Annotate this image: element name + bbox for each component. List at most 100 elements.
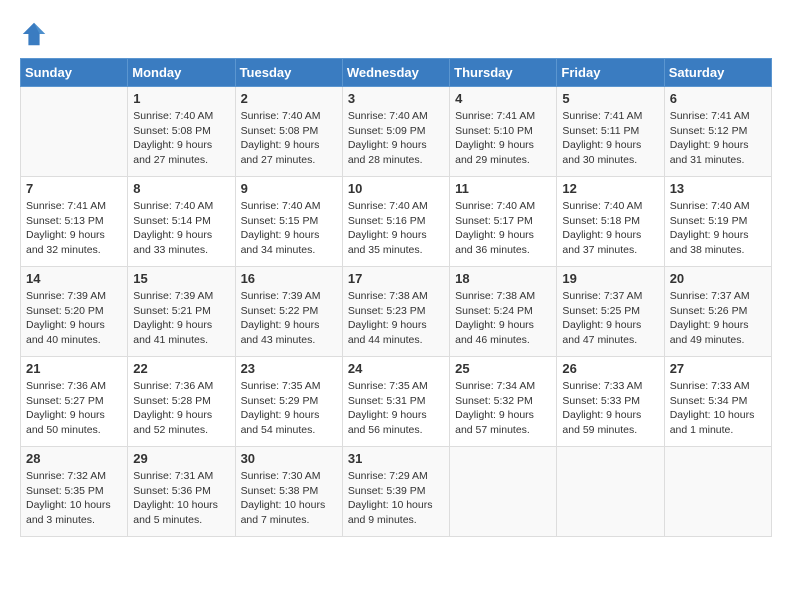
day-cell: 13 Sunrise: 7:40 AM Sunset: 5:19 PM Dayli… (664, 177, 771, 267)
day-cell: 22Sunrise: 7:36 AM Sunset: 5:28 PM Dayli… (128, 357, 235, 447)
day-cell: 24Sunrise: 7:35 AM Sunset: 5:31 PM Dayli… (342, 357, 449, 447)
day-cell: 25 Sunrise: 7:34 AM Sunset: 5:32 PM Dayli… (450, 357, 557, 447)
day-cell: 8 Sunrise: 7:40 AM Sunset: 5:14 PM Daylig… (128, 177, 235, 267)
day-number: 24 (348, 361, 444, 376)
day-number: 27 (670, 361, 766, 376)
day-content: Sunrise: 7:33 AM Sunset: 5:34 PM Dayligh… (670, 379, 766, 438)
day-number: 25 (455, 361, 551, 376)
header-cell-tuesday: Tuesday (235, 59, 342, 87)
day-content: Sunrise: 7:40 AM Sunset: 5:08 PM Dayligh… (133, 109, 229, 168)
day-cell: 29 Sunrise: 7:31 AM Sunset: 5:36 PM Dayli… (128, 447, 235, 537)
day-number: 30 (241, 451, 337, 466)
day-cell: 15Sunrise: 7:39 AM Sunset: 5:21 PM Dayli… (128, 267, 235, 357)
week-row-3: 21 Sunrise: 7:36 AM Sunset: 5:27 PM Dayli… (21, 357, 772, 447)
header-cell-friday: Friday (557, 59, 664, 87)
day-cell: 4 Sunrise: 7:41 AM Sunset: 5:10 PM Daylig… (450, 87, 557, 177)
day-number: 10 (348, 181, 444, 196)
day-content: Sunrise: 7:38 AM Sunset: 5:23 PM Dayligh… (348, 289, 444, 348)
day-number: 3 (348, 91, 444, 106)
header-cell-wednesday: Wednesday (342, 59, 449, 87)
day-cell: 18 Sunrise: 7:38 AM Sunset: 5:24 PM Dayli… (450, 267, 557, 357)
day-number: 11 (455, 181, 551, 196)
day-cell: 5 Sunrise: 7:41 AM Sunset: 5:11 PM Daylig… (557, 87, 664, 177)
day-content: Sunrise: 7:40 AM Sunset: 5:14 PM Dayligh… (133, 199, 229, 258)
day-cell: 20 Sunrise: 7:37 AM Sunset: 5:26 PM Dayli… (664, 267, 771, 357)
day-cell: 10 Sunrise: 7:40 AM Sunset: 5:16 PM Dayli… (342, 177, 449, 267)
day-content: Sunrise: 7:41 AM Sunset: 5:10 PM Dayligh… (455, 109, 551, 168)
day-cell (664, 447, 771, 537)
day-number: 26 (562, 361, 658, 376)
day-content: Sunrise: 7:35 AM Sunset: 5:29 PM Dayligh… (241, 379, 337, 438)
logo (20, 20, 52, 48)
day-number: 23 (241, 361, 337, 376)
day-content: Sunrise: 7:40 AM Sunset: 5:09 PM Dayligh… (348, 109, 444, 168)
day-number: 19 (562, 271, 658, 286)
calendar-table: SundayMondayTuesdayWednesdayThursdayFrid… (20, 58, 772, 537)
day-number: 28 (26, 451, 122, 466)
day-content: Sunrise: 7:30 AM Sunset: 5:38 PM Dayligh… (241, 469, 337, 528)
day-cell: 28 Sunrise: 7:32 AM Sunset: 5:35 PM Dayli… (21, 447, 128, 537)
day-number: 13 (670, 181, 766, 196)
day-cell: 12 Sunrise: 7:40 AM Sunset: 5:18 PM Dayli… (557, 177, 664, 267)
day-content: Sunrise: 7:36 AM Sunset: 5:27 PM Dayligh… (26, 379, 122, 438)
day-content: Sunrise: 7:41 AM Sunset: 5:12 PM Dayligh… (670, 109, 766, 168)
day-cell (557, 447, 664, 537)
day-content: Sunrise: 7:36 AM Sunset: 5:28 PM Dayligh… (133, 379, 229, 438)
day-number: 5 (562, 91, 658, 106)
day-content: Sunrise: 7:40 AM Sunset: 5:15 PM Dayligh… (241, 199, 337, 258)
day-number: 7 (26, 181, 122, 196)
day-content: Sunrise: 7:41 AM Sunset: 5:13 PM Dayligh… (26, 199, 122, 258)
day-number: 17 (348, 271, 444, 286)
week-row-0: 1 Sunrise: 7:40 AM Sunset: 5:08 PM Daylig… (21, 87, 772, 177)
day-content: Sunrise: 7:39 AM Sunset: 5:20 PM Dayligh… (26, 289, 122, 348)
day-cell: 14 Sunrise: 7:39 AM Sunset: 5:20 PM Dayli… (21, 267, 128, 357)
day-content: Sunrise: 7:34 AM Sunset: 5:32 PM Dayligh… (455, 379, 551, 438)
day-content: Sunrise: 7:37 AM Sunset: 5:25 PM Dayligh… (562, 289, 658, 348)
week-row-1: 7 Sunrise: 7:41 AM Sunset: 5:13 PM Daylig… (21, 177, 772, 267)
day-number: 20 (670, 271, 766, 286)
day-number: 1 (133, 91, 229, 106)
day-number: 14 (26, 271, 122, 286)
day-number: 21 (26, 361, 122, 376)
day-number: 16 (241, 271, 337, 286)
week-row-2: 14 Sunrise: 7:39 AM Sunset: 5:20 PM Dayli… (21, 267, 772, 357)
day-cell: 17 Sunrise: 7:38 AM Sunset: 5:23 PM Dayli… (342, 267, 449, 357)
day-cell: 31Sunrise: 7:29 AM Sunset: 5:39 PM Dayli… (342, 447, 449, 537)
day-cell: 19 Sunrise: 7:37 AM Sunset: 5:25 PM Dayli… (557, 267, 664, 357)
day-number: 4 (455, 91, 551, 106)
day-number: 18 (455, 271, 551, 286)
day-content: Sunrise: 7:40 AM Sunset: 5:19 PM Dayligh… (670, 199, 766, 258)
day-cell: 3 Sunrise: 7:40 AM Sunset: 5:09 PM Daylig… (342, 87, 449, 177)
day-content: Sunrise: 7:39 AM Sunset: 5:22 PM Dayligh… (241, 289, 337, 348)
day-cell: 16 Sunrise: 7:39 AM Sunset: 5:22 PM Dayli… (235, 267, 342, 357)
day-cell: 1 Sunrise: 7:40 AM Sunset: 5:08 PM Daylig… (128, 87, 235, 177)
day-cell: 9Sunrise: 7:40 AM Sunset: 5:15 PM Daylig… (235, 177, 342, 267)
day-content: Sunrise: 7:40 AM Sunset: 5:16 PM Dayligh… (348, 199, 444, 258)
day-content: Sunrise: 7:33 AM Sunset: 5:33 PM Dayligh… (562, 379, 658, 438)
day-content: Sunrise: 7:41 AM Sunset: 5:11 PM Dayligh… (562, 109, 658, 168)
day-cell: 21 Sunrise: 7:36 AM Sunset: 5:27 PM Dayli… (21, 357, 128, 447)
header-row: SundayMondayTuesdayWednesdayThursdayFrid… (21, 59, 772, 87)
logo-icon (20, 20, 48, 48)
day-content: Sunrise: 7:31 AM Sunset: 5:36 PM Dayligh… (133, 469, 229, 528)
day-number: 12 (562, 181, 658, 196)
day-number: 8 (133, 181, 229, 196)
day-cell: 23 Sunrise: 7:35 AM Sunset: 5:29 PM Dayli… (235, 357, 342, 447)
day-number: 29 (133, 451, 229, 466)
day-content: Sunrise: 7:29 AM Sunset: 5:39 PM Dayligh… (348, 469, 444, 528)
day-content: Sunrise: 7:38 AM Sunset: 5:24 PM Dayligh… (455, 289, 551, 348)
day-content: Sunrise: 7:40 AM Sunset: 5:18 PM Dayligh… (562, 199, 658, 258)
day-content: Sunrise: 7:32 AM Sunset: 5:35 PM Dayligh… (26, 469, 122, 528)
day-content: Sunrise: 7:40 AM Sunset: 5:08 PM Dayligh… (241, 109, 337, 168)
day-cell: 6 Sunrise: 7:41 AM Sunset: 5:12 PM Daylig… (664, 87, 771, 177)
day-cell: 7 Sunrise: 7:41 AM Sunset: 5:13 PM Daylig… (21, 177, 128, 267)
day-number: 6 (670, 91, 766, 106)
day-content: Sunrise: 7:37 AM Sunset: 5:26 PM Dayligh… (670, 289, 766, 348)
day-cell (21, 87, 128, 177)
page-header (20, 20, 772, 48)
day-cell: 27 Sunrise: 7:33 AM Sunset: 5:34 PM Dayli… (664, 357, 771, 447)
header-cell-saturday: Saturday (664, 59, 771, 87)
day-content: Sunrise: 7:40 AM Sunset: 5:17 PM Dayligh… (455, 199, 551, 258)
header-cell-sunday: Sunday (21, 59, 128, 87)
header-cell-thursday: Thursday (450, 59, 557, 87)
